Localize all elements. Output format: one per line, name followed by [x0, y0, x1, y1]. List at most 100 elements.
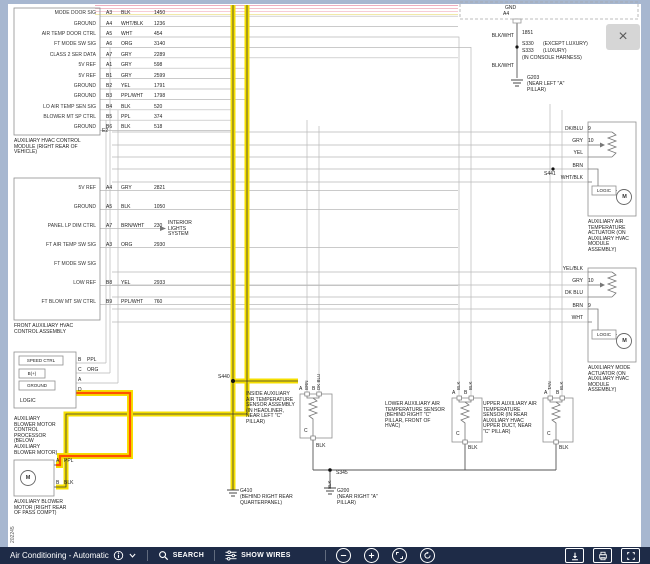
show-wires-button[interactable]: SHOW WIRES [225, 550, 291, 561]
motor-letter: M [621, 194, 629, 200]
wire-color-label: BRN/WHT [121, 223, 154, 229]
pin-label: B [312, 387, 315, 393]
connector-row: FT BLOW MT SW CTRL B9 PPL/WHT 760 [14, 292, 180, 311]
connector-row: 5V REF A1 GRY 598 [14, 60, 180, 70]
pin-label: 10 [583, 138, 598, 144]
wire-color-label: ORG [121, 41, 154, 47]
wire-color-label: TAN [547, 381, 552, 390]
wire-color-label: BRN [543, 163, 583, 169]
mode-actuator-rows: YEL/BLK GRY 10 DK BLU BRN 9 WHT [543, 263, 598, 325]
motor-letter: M [621, 338, 629, 344]
wire-color-label: BLK [559, 446, 568, 452]
upper-sensor-caption: UPPER AUXILIARY AIR TEMPERATURE SENSOR (… [483, 402, 539, 436]
connector-row: LO AIR TEMP SEN SIG B4 BLK 520 [14, 102, 180, 112]
show-wires-label: SHOW WIRES [241, 552, 291, 559]
ground-note: (BEHIND RIGHT REAR QUARTERPANEL) [240, 495, 298, 506]
wire-color-label: BLK [121, 124, 154, 130]
pin-label: A5 [100, 204, 121, 210]
wire-color-label: PPL/WHT [121, 299, 154, 305]
wire-color-label: PPL [64, 459, 73, 465]
circuit-number: 1050 [154, 204, 180, 210]
connector-row: GROUND A4 WHT/BLK 1236 [14, 18, 180, 28]
ground-symbol-g203 [511, 80, 523, 86]
circuit-number: 454 [154, 31, 180, 37]
sheet-number: 202245 [10, 526, 16, 543]
connector-row: GROUND A5 BLK 1050 [14, 197, 180, 216]
pin-label: A4 [503, 12, 509, 18]
signal-label: AIR TEMP DOOR CTRL [14, 31, 100, 37]
signal-label: GROUND [14, 21, 100, 27]
signal-label: LO AIR TEMP SEN SIG [14, 104, 100, 110]
connector-row: GROUND B2 YEL 1791 [14, 81, 180, 91]
splice-note: (LUXURY) [543, 49, 567, 55]
signal-label: GROUND [14, 124, 100, 130]
signal-label: MODE DOOR SIG [14, 10, 100, 16]
splice-note: (EXCEPT LUXURY) [543, 42, 588, 48]
wire-color-label: BLK [121, 204, 154, 210]
motor-caption: AUXILIARY BLOWER MOTOR (RIGHT REAR OF PA… [14, 500, 70, 517]
fit-screen-button[interactable] [392, 548, 407, 563]
logic-label: LOGIC [592, 332, 616, 338]
search-icon [158, 550, 169, 561]
chevron-down-icon[interactable] [128, 551, 137, 560]
wire-color-label: YEL [121, 83, 154, 89]
processor-caption: AUXILIARY BLOWER MOTOR CONTROL PROCESSOR… [14, 417, 60, 456]
connector-row: MODE DOOR SIG A3 BLK 1450 [14, 8, 180, 18]
pin-label: A [56, 459, 59, 465]
close-button[interactable]: × [606, 24, 640, 50]
circuit-number: 1851 [522, 31, 533, 37]
fullscreen-button[interactable] [621, 548, 640, 563]
pin-label: B4 [100, 104, 121, 110]
pin-label: A7 [100, 52, 121, 58]
pin-label: A1 [100, 62, 121, 68]
pin-label: B1 [100, 73, 121, 79]
signal-label: GROUND [14, 93, 100, 99]
wire-color-label: BLK [456, 381, 461, 390]
pin-label: 10 [583, 278, 598, 284]
wire-color-label: BLK [559, 381, 564, 390]
plus-icon [367, 551, 376, 560]
connector-row: WHT [543, 312, 598, 324]
info-icon[interactable] [113, 550, 124, 561]
pin-label: C [78, 367, 87, 373]
signal-label: PANEL LP DIM CTRL [14, 223, 100, 229]
signal-label: 5V REF [14, 185, 100, 191]
diagram-selector[interactable]: Air Conditioning - Automatic [0, 550, 137, 561]
connector-row: DK BLU [543, 287, 598, 299]
connector-row: B PPL [78, 355, 109, 365]
wiper-arrow [600, 143, 605, 148]
pin-label: D [78, 387, 87, 393]
zoom-out-button[interactable] [336, 548, 351, 563]
search-label: SEARCH [173, 552, 204, 559]
splice-label: S333 [522, 49, 534, 55]
wire-color-label: DK/BLU [543, 126, 583, 132]
search-button[interactable]: SEARCH [158, 550, 204, 561]
wire-color-label: YEL [121, 280, 154, 286]
bottom-toolbar: Air Conditioning - Automatic SEARCH [0, 547, 650, 564]
circuit-number: 3140 [154, 41, 180, 47]
wire-color-label: BRN [543, 303, 583, 309]
connector-row: PANEL LP DIM CTRL A7 BRN/WHT 230 [14, 216, 180, 235]
wire-color-label: BLK [316, 444, 325, 450]
wire-color-label: BLK/WHT [484, 64, 514, 70]
download-icon [570, 551, 580, 561]
pin-label: A5 [100, 31, 121, 37]
pin-label: A4 [100, 21, 121, 27]
wire-color-label: PPL [121, 114, 154, 120]
pin-label: A7 [100, 223, 121, 229]
pin-label: B2 [100, 83, 121, 89]
print-button[interactable] [593, 548, 612, 563]
signal-label: FT MODE SW SIG [14, 41, 100, 47]
ground-symbol-g410 [227, 490, 239, 496]
connector-row: DK/BLU 9 [543, 123, 598, 135]
reset-view-button[interactable] [420, 548, 435, 563]
diagram-title: Air Conditioning - Automatic [0, 551, 109, 560]
toolbar-right-group [556, 548, 650, 563]
wire-color-label: PPL/WHT [121, 93, 154, 99]
connector-row: GROUND B6 BLK 518 [14, 122, 180, 132]
zoom-in-button[interactable] [364, 548, 379, 563]
pin-label: B5 [100, 114, 121, 120]
download-button[interactable] [565, 548, 584, 563]
wire-color-label: BLK [327, 480, 332, 489]
wire-color-label: BLK/WHT [484, 34, 514, 40]
